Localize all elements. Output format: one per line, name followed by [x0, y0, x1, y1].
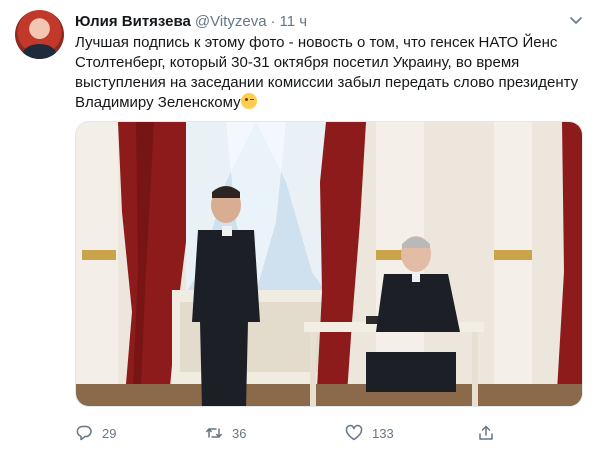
tweet[interactable]: Юлия Витязева @Vityzeva · 11 ч Лучшая по… [0, 0, 598, 452]
tweet-header: Юлия Витязева @Vityzeva · 11 ч [75, 11, 307, 31]
like-button[interactable]: 133 [345, 422, 394, 444]
like-count: 133 [372, 425, 394, 441]
photo-scene [76, 122, 582, 406]
winking-face-emoji-icon [240, 93, 257, 109]
tweet-text-line-last: Владимиру Зеленскому [75, 93, 585, 113]
tweet-actions: 29 36 133 [75, 422, 495, 444]
chevron-down-icon[interactable] [568, 12, 584, 28]
tweet-text-line: Лучшая подпись к этому фото - новость о … [75, 34, 558, 51]
reply-count: 29 [102, 425, 117, 441]
retweet-icon [206, 428, 222, 438]
author-name[interactable]: Юлия Витязева [75, 13, 191, 30]
reply-icon [76, 425, 92, 441]
tweet-text-line: выступления на заседании комиссии забыл … [75, 74, 579, 91]
tweet-text-line: Столтенберг, который 30-31 октября посет… [75, 54, 520, 71]
user-avatar[interactable] [15, 10, 64, 59]
retweet-button[interactable]: 36 [205, 422, 246, 444]
author-handle[interactable]: @Vityzeva [195, 13, 267, 30]
tweet-photo[interactable] [75, 121, 583, 407]
share-icon [479, 425, 493, 440]
tweet-timestamp[interactable]: 11 ч [280, 13, 308, 30]
heart-icon [345, 424, 363, 441]
tweet-text: Лучшая подпись к этому фото - новость о … [75, 33, 585, 113]
retweet-count: 36 [232, 425, 247, 441]
tweet-text-line: Владимиру Зеленскому [75, 94, 241, 111]
reply-button[interactable]: 29 [75, 422, 116, 444]
share-button[interactable] [477, 422, 495, 444]
separator-dot: · [270, 12, 276, 30]
